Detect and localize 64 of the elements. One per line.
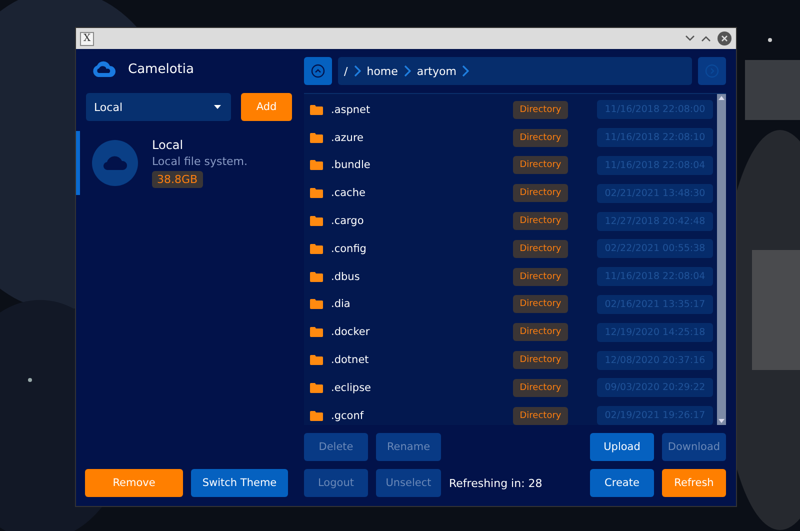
app-name: Camelotia <box>128 62 194 76</box>
file-name: .azure <box>331 132 364 144</box>
file-name: .dia <box>331 298 352 310</box>
breadcrumb-item[interactable]: / <box>344 64 348 78</box>
file-name: .docker <box>331 326 371 338</box>
file-name: .bundle <box>331 159 372 172</box>
file-type: Directory <box>513 406 568 425</box>
scrollbar[interactable] <box>717 94 726 425</box>
file-name: .dbus <box>331 270 361 283</box>
folder-icon <box>310 327 323 338</box>
storage-description: Local file system. <box>152 155 248 168</box>
chevron-icon <box>462 65 470 77</box>
close-icon[interactable] <box>717 31 732 46</box>
folder-icon <box>310 132 323 143</box>
storage-size: 38.8GB <box>152 171 203 188</box>
chevron-icon <box>404 65 411 77</box>
action-button[interactable]: Upload <box>590 433 654 461</box>
file-type: Directory <box>513 128 568 147</box>
file-type: Directory <box>513 295 568 314</box>
file-name: .gconf <box>331 410 365 422</box>
file-name: .cargo <box>331 215 365 228</box>
folder-icon <box>310 272 323 282</box>
scroll-down-icon[interactable] <box>717 417 726 425</box>
folder-icon <box>310 160 323 170</box>
maximize-icon[interactable] <box>701 35 711 42</box>
file-name: .cache <box>331 187 366 200</box>
storage-dropdown[interactable]: Local <box>86 93 231 121</box>
up-icon <box>311 64 325 78</box>
app-icon: X <box>80 32 94 46</box>
caret-icon <box>214 105 221 109</box>
storage-name: Local <box>152 138 184 152</box>
breadcrumb-item[interactable]: artyom <box>416 64 456 78</box>
storage-item[interactable]: Local Local file system. 38.8GB <box>76 131 298 195</box>
file-type: Directory <box>513 351 568 370</box>
scroll-up-icon[interactable] <box>717 94 726 102</box>
file-type: Directory <box>513 268 568 286</box>
file-type: Directory <box>513 240 568 258</box>
folder-icon <box>310 410 323 421</box>
folder-icon <box>310 355 323 366</box>
cloud-icon <box>92 140 138 186</box>
file-type: Directory <box>513 212 568 230</box>
minimize-icon[interactable] <box>685 35 695 42</box>
file-name: .dotnet <box>331 354 370 366</box>
file-name: .config <box>331 242 368 255</box>
cloud-icon <box>92 61 116 77</box>
breadcrumb-item[interactable]: home <box>366 64 398 78</box>
refresh-status: Refreshing in: 28 <box>449 476 542 490</box>
folder-icon <box>310 382 323 393</box>
up-button[interactable] <box>304 57 332 85</box>
file-type: Directory <box>513 100 568 119</box>
folder-icon <box>310 188 323 198</box>
action-button[interactable]: Switch Theme <box>191 469 288 497</box>
file-type: Directory <box>513 184 568 202</box>
folder-icon <box>310 216 323 226</box>
file-type: Directory <box>513 156 568 174</box>
chevron-icon <box>354 65 361 77</box>
file-type: Directory <box>513 323 568 342</box>
file-name: .aspnet <box>331 104 372 116</box>
folder-icon <box>310 299 323 310</box>
file-name: .eclipse <box>331 382 372 394</box>
action-button[interactable]: Create <box>590 469 654 497</box>
file-type: Directory <box>513 378 568 397</box>
folder-icon <box>310 244 323 254</box>
folder-icon <box>310 104 323 115</box>
